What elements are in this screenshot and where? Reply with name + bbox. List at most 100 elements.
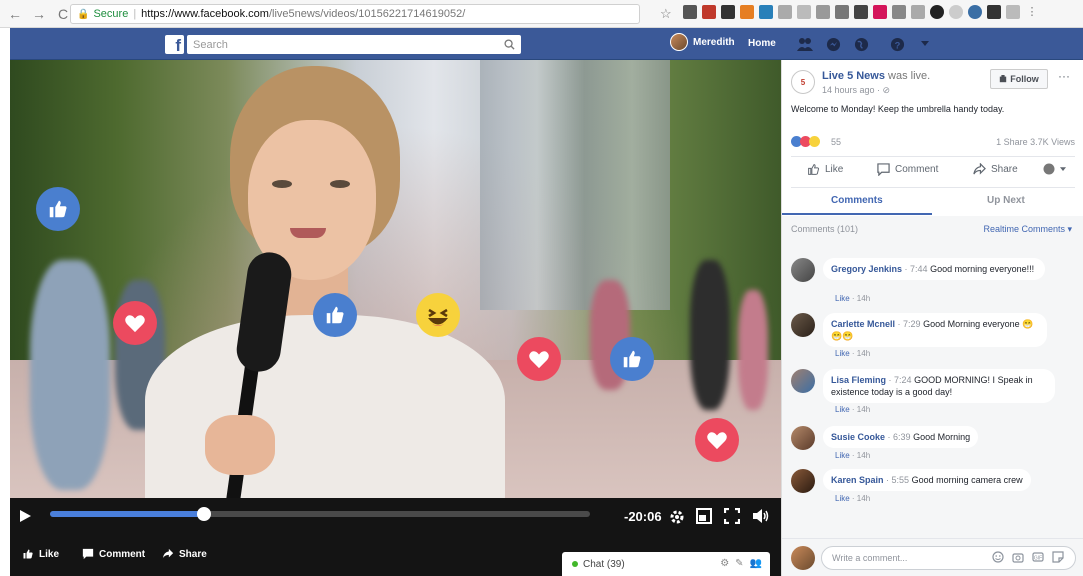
post-share-button[interactable]: Share: [973, 163, 1018, 176]
home-link[interactable]: Home: [748, 38, 776, 49]
address-bar[interactable]: 🔒 Secure | https://www.facebook.com/live…: [70, 4, 640, 24]
video-player[interactable]: [10, 60, 781, 498]
avatar[interactable]: [791, 426, 815, 450]
profile-link[interactable]: Meredith: [670, 33, 735, 51]
extension-icon[interactable]: [835, 5, 849, 19]
comment-bubble: Susie Cooke · 6:39 Good Morning: [823, 426, 979, 448]
extension-icon[interactable]: [873, 5, 887, 19]
video-share-button[interactable]: Share: [162, 548, 207, 560]
page-name-link[interactable]: Live 5 News: [822, 70, 885, 82]
comment-author[interactable]: Karen Spain: [831, 475, 884, 485]
extension-icon[interactable]: [987, 5, 1001, 19]
chat-tab-icons: ⚙ ✎ 👥: [720, 558, 762, 569]
settings-gear-icon[interactable]: [668, 508, 686, 526]
follow-label: Follow: [1010, 74, 1039, 84]
back-icon[interactable]: ←: [6, 5, 24, 23]
extension-icon[interactable]: [968, 5, 982, 19]
chat-settings-icon[interactable]: ⚙: [720, 558, 729, 569]
search-input[interactable]: [187, 35, 521, 54]
forward-icon[interactable]: →: [30, 5, 48, 23]
chat-people-icon[interactable]: 👥: [750, 558, 762, 569]
fullscreen-icon[interactable]: [723, 507, 742, 526]
extension-icon[interactable]: [759, 5, 773, 19]
url-host: https://www.facebook.com: [141, 8, 269, 20]
comment-like-link[interactable]: Like: [835, 405, 850, 414]
notifications-globe-icon[interactable]: [852, 35, 870, 53]
comment-meta: Like · 14h: [835, 349, 870, 358]
avatar[interactable]: [791, 313, 815, 337]
tab-comments[interactable]: Comments: [831, 195, 883, 206]
comment-like-link[interactable]: Like: [835, 451, 850, 460]
chat-label: Chat (39): [583, 558, 625, 570]
extension-icon[interactable]: [778, 5, 792, 19]
post-comment-button[interactable]: Comment: [877, 163, 938, 176]
reactions-summary[interactable]: 55 1 Share 3.7K Views: [791, 134, 1075, 150]
avatar: [1043, 163, 1055, 175]
extension-icon[interactable]: [1006, 5, 1020, 19]
gif-icon[interactable]: GIF: [1032, 551, 1044, 563]
emoji-icon[interactable]: [992, 551, 1004, 563]
secure-label: Secure: [93, 8, 129, 20]
browser-toolbar: ← → C 🔒 Secure | https://www.facebook.co…: [0, 0, 1083, 28]
page-avatar[interactable]: 5: [791, 70, 815, 94]
post-like-button[interactable]: Like: [807, 163, 843, 176]
bookmark-star-icon[interactable]: ☆: [660, 6, 672, 22]
comment-author[interactable]: Susie Cooke: [831, 432, 885, 442]
comment-bubble: Carlette Mcnell · 7:29 Good Morning ever…: [823, 313, 1047, 347]
avatar[interactable]: [791, 369, 815, 393]
shares-views[interactable]: 1 Share 3.7K Views: [996, 137, 1075, 147]
facebook-logo-icon[interactable]: f: [165, 35, 184, 54]
follow-icon: [1000, 75, 1007, 83]
extension-icon[interactable]: [702, 5, 716, 19]
pop-out-icon[interactable]: [696, 508, 714, 526]
video-comment-button[interactable]: Comment: [82, 548, 145, 560]
friend-requests-icon[interactable]: [796, 35, 814, 53]
like-reaction-icon: [313, 293, 357, 337]
play-icon[interactable]: [18, 509, 34, 525]
extension-icon[interactable]: [816, 5, 830, 19]
comment-author[interactable]: Carlette Mcnell: [831, 319, 895, 329]
comment-like-link[interactable]: Like: [835, 349, 850, 358]
comment-time: · 7:29: [897, 319, 921, 329]
menu-icon[interactable]: ⋮: [1025, 5, 1039, 19]
extension-icon[interactable]: [911, 5, 925, 19]
avatar[interactable]: [791, 469, 815, 493]
more-options-icon[interactable]: ···: [1058, 69, 1070, 83]
volume-icon[interactable]: [752, 508, 770, 526]
extension-icon[interactable]: [740, 5, 754, 19]
search-icon[interactable]: [497, 35, 521, 54]
extension-icon[interactable]: [949, 5, 963, 19]
extension-icon[interactable]: [797, 5, 811, 19]
background-person: [30, 260, 110, 490]
love-reaction-icon: [695, 418, 739, 462]
extension-icon[interactable]: [892, 5, 906, 19]
video-like-button[interactable]: Like: [22, 548, 59, 560]
extension-icon[interactable]: [930, 5, 944, 19]
help-icon[interactable]: ?: [888, 35, 906, 53]
extension-icon[interactable]: [683, 5, 697, 19]
reporter-mouth: [290, 228, 326, 238]
comment-author[interactable]: Lisa Fleming: [831, 375, 886, 385]
post-header: Live 5 News was live.: [822, 70, 930, 82]
post-share-label: Share: [991, 164, 1018, 175]
chat-tab[interactable]: Chat (39) ⚙ ✎ 👥: [562, 552, 770, 576]
comment-like-link[interactable]: Like: [835, 294, 850, 303]
chat-compose-icon[interactable]: ✎: [735, 558, 743, 569]
comment-like-link[interactable]: Like: [835, 494, 850, 503]
post-as-selector[interactable]: [1043, 163, 1071, 175]
account-dropdown-icon[interactable]: [916, 35, 934, 53]
extension-icon[interactable]: [854, 5, 868, 19]
tab-up-next[interactable]: Up Next: [987, 195, 1025, 206]
profile-name: Meredith: [693, 36, 735, 48]
progress-handle[interactable]: [196, 507, 211, 521]
comment-sort-dropdown[interactable]: Realtime Comments ▾: [983, 224, 1072, 235]
follow-button[interactable]: Follow: [990, 69, 1048, 89]
progress-bar[interactable]: [50, 507, 590, 521]
sticker-icon[interactable]: [1052, 551, 1064, 563]
messenger-icon[interactable]: [824, 35, 842, 53]
post-timestamp[interactable]: 14 hours ago · ⊘: [822, 85, 890, 96]
comment-author[interactable]: Gregory Jenkins: [831, 264, 902, 274]
avatar[interactable]: [791, 258, 815, 282]
extension-icon[interactable]: [721, 5, 735, 19]
camera-icon[interactable]: [1012, 551, 1024, 563]
